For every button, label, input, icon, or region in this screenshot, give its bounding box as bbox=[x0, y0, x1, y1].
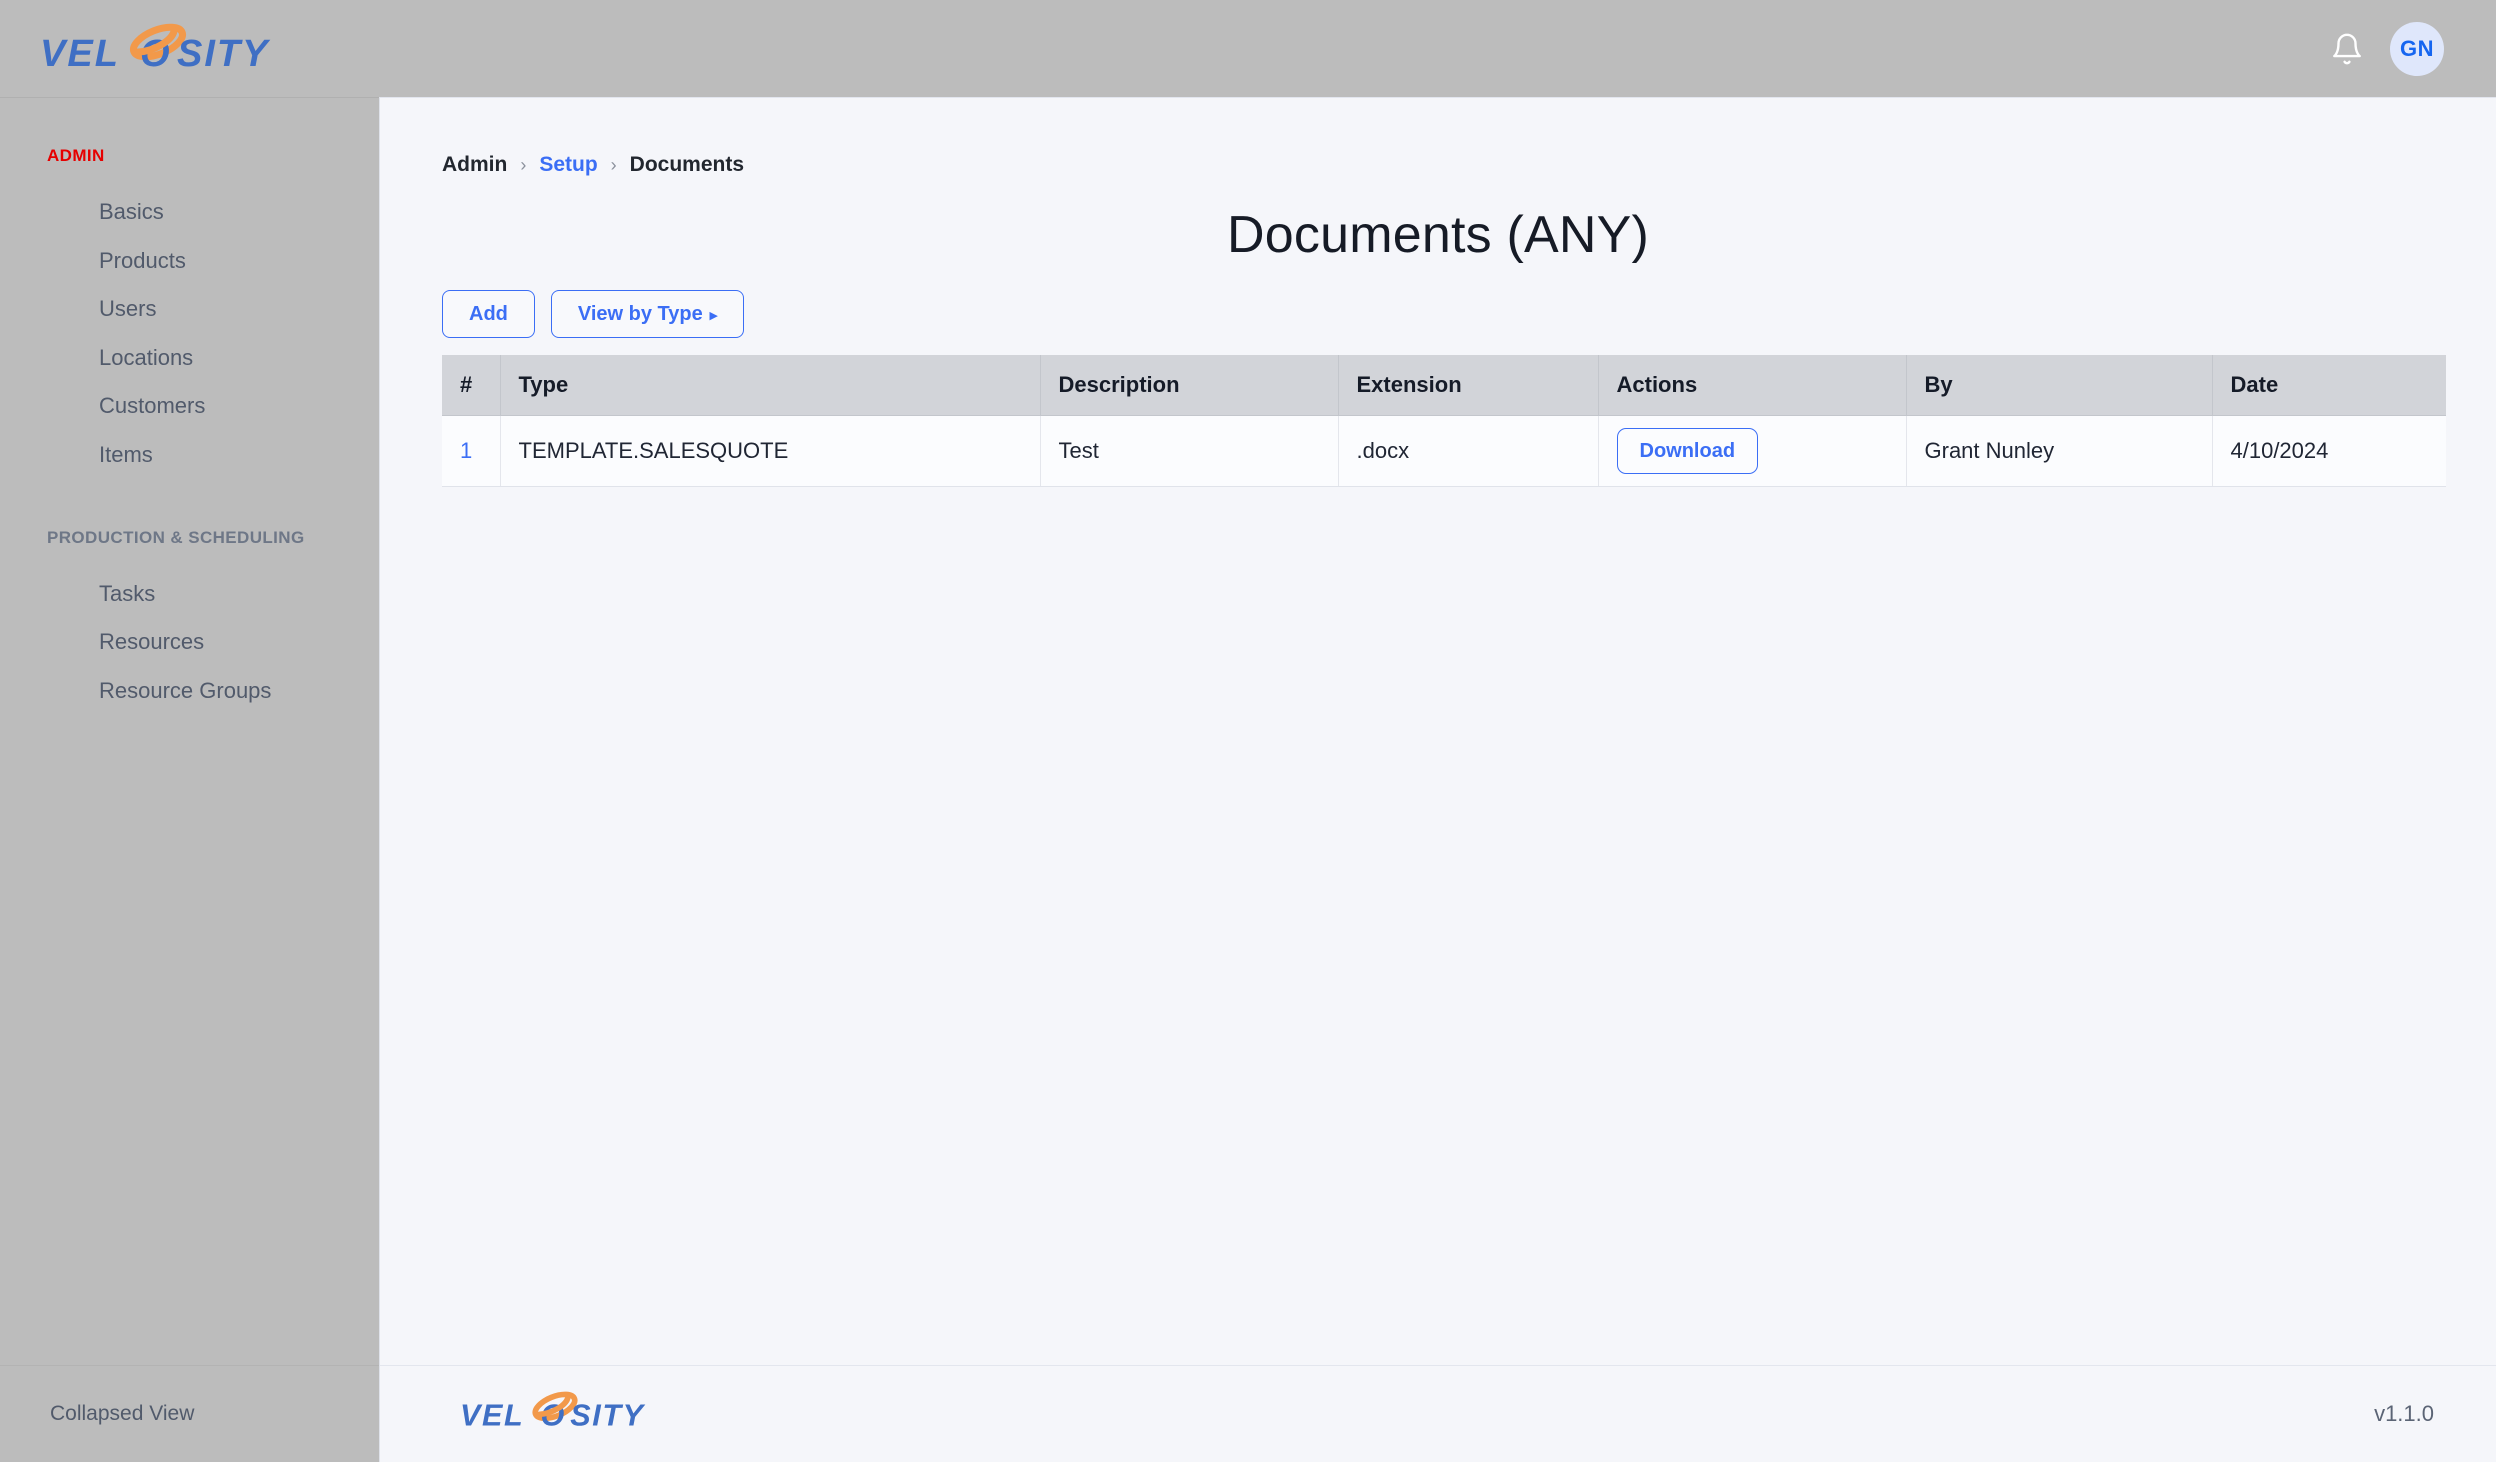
app-root: VEL O SITY GN ADMIN Basics Products User… bbox=[0, 0, 2496, 1462]
add-button[interactable]: Add bbox=[442, 290, 535, 339]
sidebar-group-title-production: PRODUCTION & SCHEDULING bbox=[47, 527, 305, 547]
sidebar-item-resource-groups[interactable]: Resource Groups bbox=[0, 667, 379, 716]
sidebar-item-products[interactable]: Products bbox=[0, 237, 379, 286]
sidebar-nav: ADMIN Basics Products Users Locations Cu… bbox=[0, 98, 379, 1365]
main-area: Admin › Setup › Documents Documents (ANY… bbox=[379, 97, 2496, 1462]
app-version: v1.1.0 bbox=[2374, 1401, 2434, 1426]
page-title: Documents (ANY) bbox=[1227, 206, 1649, 264]
chevron-right-icon: › bbox=[520, 154, 527, 175]
table-row[interactable]: 1 TEMPLATE.SALESQUOTE Test .docx Downloa… bbox=[442, 415, 2446, 488]
velosity-logo-icon: VEL O SITY bbox=[460, 1391, 645, 1432]
main-footer: VEL O SITY v1.1.0 bbox=[380, 1365, 2496, 1462]
sidebar-item-tasks[interactable]: Tasks bbox=[0, 570, 379, 619]
documents-table: # Type Description Extension Actions By … bbox=[442, 355, 2446, 488]
svg-text:SITY: SITY bbox=[570, 1398, 645, 1432]
toolbar: Add View by Type ▸ bbox=[442, 290, 2434, 339]
cell-by: Grant Nunley bbox=[1906, 415, 2213, 488]
sidebar-item-items[interactable]: Items bbox=[0, 431, 379, 480]
chevron-right-icon: › bbox=[610, 154, 617, 175]
download-button[interactable]: Download bbox=[1616, 428, 1759, 475]
table-header: # Type Description Extension Actions By … bbox=[442, 355, 2446, 417]
brand-logo[interactable]: VEL O SITY bbox=[40, 0, 276, 97]
table-body: 1 TEMPLATE.SALESQUOTE Test .docx Downloa… bbox=[442, 415, 2446, 488]
svg-text:VEL: VEL bbox=[40, 33, 120, 75]
avatar[interactable]: GN bbox=[2390, 21, 2444, 76]
column-header-extension[interactable]: Extension bbox=[1338, 355, 1599, 417]
collapsed-view-toggle[interactable]: Collapsed View bbox=[0, 1365, 379, 1462]
sidebar-item-resources[interactable]: Resources bbox=[0, 618, 379, 667]
cell-description: Test bbox=[1040, 415, 1339, 488]
sidebar-item-users[interactable]: Users bbox=[0, 285, 379, 334]
breadcrumb-item-documents: Documents bbox=[629, 153, 745, 176]
add-button-label: Add bbox=[469, 303, 508, 326]
svg-text:VEL: VEL bbox=[460, 1398, 524, 1432]
column-header-by[interactable]: By bbox=[1906, 355, 2213, 417]
column-header-date[interactable]: Date bbox=[2212, 355, 2446, 417]
bell-icon bbox=[2333, 33, 2361, 64]
top-bar-actions: GN bbox=[2330, 21, 2468, 76]
svg-text:SITY: SITY bbox=[177, 33, 271, 75]
notifications-button[interactable] bbox=[2330, 32, 2364, 66]
sidebar-item-customers[interactable]: Customers bbox=[0, 382, 379, 431]
breadcrumb: Admin › Setup › Documents bbox=[442, 153, 2434, 177]
footer-logo: VEL O SITY bbox=[460, 1390, 650, 1439]
sidebar-item-locations[interactable]: Locations bbox=[0, 334, 379, 383]
column-header-index[interactable]: # bbox=[442, 355, 501, 417]
velosity-logo-icon: VEL O SITY bbox=[40, 23, 271, 75]
sidebar: ADMIN Basics Products Users Locations Cu… bbox=[0, 97, 379, 1462]
body-row: ADMIN Basics Products Users Locations Cu… bbox=[0, 97, 2496, 1462]
sidebar-item-basics[interactable]: Basics bbox=[0, 188, 379, 237]
cell-type: TEMPLATE.SALESQUOTE bbox=[500, 415, 1041, 488]
main-content: Admin › Setup › Documents Documents (ANY… bbox=[380, 98, 2496, 1365]
column-header-actions[interactable]: Actions bbox=[1598, 355, 1907, 417]
column-header-type[interactable]: Type bbox=[500, 355, 1041, 417]
caret-right-icon: ▸ bbox=[709, 307, 718, 325]
breadcrumb-item-setup[interactable]: Setup bbox=[539, 153, 597, 177]
table-header-row: # Type Description Extension Actions By … bbox=[442, 355, 2446, 417]
cell-actions: Download bbox=[1598, 415, 1907, 488]
column-header-description[interactable]: Description bbox=[1040, 355, 1339, 417]
view-by-type-label: View by Type bbox=[577, 303, 703, 326]
breadcrumb-item-admin[interactable]: Admin bbox=[442, 153, 507, 177]
cell-index[interactable]: 1 bbox=[442, 415, 501, 488]
cell-date: 4/10/2024 bbox=[2212, 415, 2446, 488]
view-by-type-button[interactable]: View by Type ▸ bbox=[550, 290, 745, 339]
sidebar-group-title-admin: ADMIN bbox=[47, 146, 105, 165]
top-bar: VEL O SITY GN bbox=[0, 0, 2496, 97]
cell-extension: .docx bbox=[1338, 415, 1599, 488]
